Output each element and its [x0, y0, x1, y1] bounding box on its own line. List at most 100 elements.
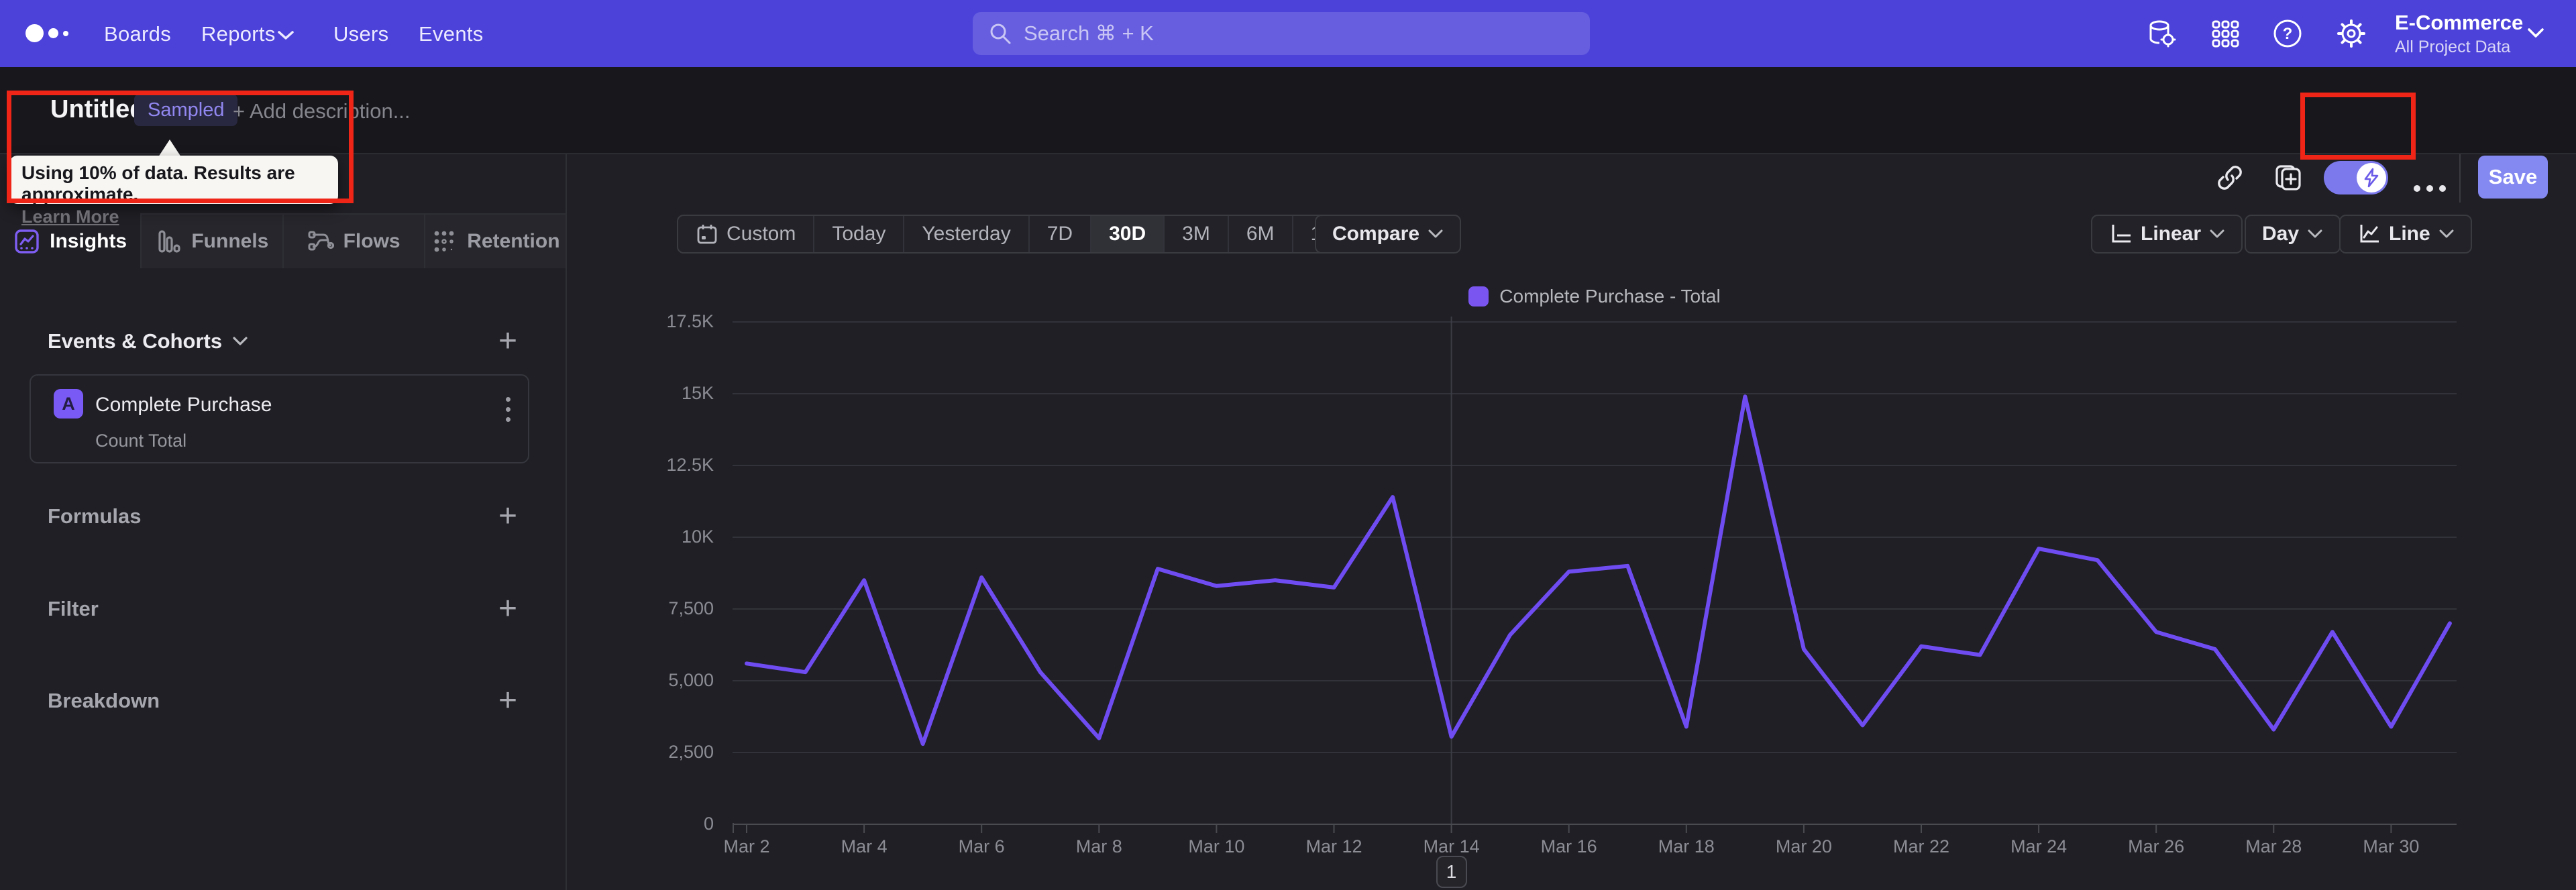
formulas-row: Formulas +: [48, 498, 517, 534]
x-axis-label: Mar 30: [2363, 836, 2420, 856]
scale-dropdown[interactable]: Linear: [2091, 215, 2243, 254]
project-selector[interactable]: E-Commerce All Project Data: [2395, 11, 2523, 57]
x-axis-label: Mar 12: [1305, 836, 1362, 856]
x-axis-label: Mar 4: [841, 836, 888, 856]
x-axis-label: Mar 10: [1188, 836, 1245, 856]
x-axis-label: Mar 18: [1658, 836, 1715, 856]
nav-reports[interactable]: Reports: [201, 22, 276, 46]
add-filter-button[interactable]: +: [498, 593, 517, 625]
add-formula-button[interactable]: +: [498, 500, 517, 533]
y-axis-label: 5,000: [668, 670, 714, 690]
x-axis-label: Mar 6: [958, 836, 1005, 856]
report-header: Untitled Sampled + Add description... Sa…: [0, 67, 2576, 203]
top-navbar: Boards Reports Users Events Search ⌘ + K…: [0, 0, 2576, 67]
nav-events[interactable]: Events: [419, 22, 484, 46]
retention-icon: [434, 231, 454, 252]
chart-type-dropdown[interactable]: Line: [2339, 215, 2472, 254]
query-sidebar: Insights Funnels Flows Retention Events …: [0, 154, 567, 890]
y-axis-label: 0: [703, 814, 714, 834]
date-range-control: Custom Today Yesterday 7D 30D 3M 6M 12M: [677, 215, 1368, 254]
y-axis-label: 12.5K: [666, 455, 714, 475]
divider: [2459, 154, 2461, 203]
series-letter-badge: A: [54, 389, 83, 419]
x-axis-label: Mar 14: [1423, 836, 1480, 856]
learn-more-link[interactable]: Learn More: [21, 207, 119, 227]
report-title[interactable]: Untitled: [50, 95, 145, 124]
events-cohorts-title: Events & Cohorts: [48, 329, 223, 353]
chevron-down-icon: [2210, 229, 2224, 238]
breakdown-row: Breakdown +: [48, 683, 517, 718]
x-axis-label: Mar 26: [2128, 836, 2185, 856]
sampled-badge[interactable]: Sampled: [134, 94, 238, 126]
help-icon[interactable]: ?: [2271, 17, 2304, 50]
insights-icon: [15, 229, 39, 254]
filter-row: Filter +: [48, 591, 517, 626]
calendar-icon: [697, 225, 717, 244]
svg-text:?: ?: [2283, 25, 2293, 43]
save-button[interactable]: Save: [2478, 156, 2548, 199]
toggle-knob: [2357, 163, 2386, 192]
linear-axis-icon: [2112, 225, 2131, 243]
sampling-toggle[interactable]: [2324, 161, 2388, 194]
settings-gear-icon[interactable]: [2335, 17, 2367, 50]
chevron-down-icon[interactable]: [231, 335, 249, 347]
legend-swatch: [1468, 286, 1489, 307]
chevron-down-icon: [2439, 229, 2454, 238]
sampling-tooltip: Using 10% of data. Results are approxima…: [9, 156, 338, 227]
data-management-icon[interactable]: [2145, 17, 2177, 50]
apps-grid-icon[interactable]: [2209, 17, 2241, 50]
search-input[interactable]: Search ⌘ + K: [973, 12, 1590, 55]
nav-boards[interactable]: Boards: [104, 22, 171, 46]
tab-retention[interactable]: Retention: [423, 213, 566, 268]
flows-icon: [308, 231, 334, 251]
x-axis-label: Mar 16: [1540, 836, 1597, 856]
chevron-down-icon: [2528, 28, 2544, 38]
line-chart-plot[interactable]: [733, 309, 2457, 885]
x-axis-label: Mar 28: [2245, 836, 2302, 856]
funnels-icon: [158, 230, 180, 253]
range-today[interactable]: Today: [813, 216, 903, 252]
range-yesterday[interactable]: Yesterday: [903, 216, 1028, 252]
event-name[interactable]: Complete Purchase: [95, 394, 272, 416]
interval-dropdown[interactable]: Day: [2245, 215, 2341, 254]
y-axis-label: 2,500: [668, 742, 714, 762]
range-3m[interactable]: 3M: [1163, 216, 1228, 252]
chart-legend[interactable]: Complete Purchase - Total: [733, 286, 2457, 307]
add-to-board-icon[interactable]: [2273, 162, 2304, 193]
x-axis-label: Mar 2: [723, 836, 770, 856]
y-axis-label: 15K: [681, 383, 714, 403]
range-30d[interactable]: 30D: [1090, 216, 1164, 252]
more-options-button[interactable]: [2414, 185, 2446, 192]
y-axis-label: 7,500: [668, 598, 714, 618]
nav-users[interactable]: Users: [333, 22, 388, 46]
tooltip-arrow: [158, 140, 181, 157]
search-placeholder: Search ⌘ + K: [1024, 21, 1154, 45]
chevron-down-icon: [1428, 229, 1443, 238]
tooltip-text: Using 10% of data. Results are approxima…: [21, 162, 295, 205]
y-axis-label: 17.5K: [666, 311, 714, 331]
add-event-button[interactable]: +: [498, 325, 517, 357]
lightning-bolt-icon: [2364, 168, 2379, 188]
x-axis-label: Mar 20: [1775, 836, 1832, 856]
chevron-down-icon: [2308, 229, 2322, 238]
x-axis-label: Mar 8: [1075, 836, 1122, 856]
event-options-button[interactable]: [506, 397, 511, 422]
add-breakdown-button[interactable]: +: [498, 685, 517, 717]
event-card[interactable]: A Complete Purchase Count Total: [30, 374, 529, 463]
line-chart-icon: [2360, 225, 2379, 243]
range-6m[interactable]: 6M: [1227, 216, 1292, 252]
y-axis-label: 10K: [681, 526, 714, 547]
x-axis-label: Mar 22: [1892, 836, 1950, 856]
event-metric[interactable]: Count Total: [95, 431, 186, 451]
compare-button[interactable]: Compare: [1315, 215, 1462, 254]
chart-annotation-badge[interactable]: 1: [1436, 856, 1467, 888]
events-cohorts-header: Events & Cohorts +: [0, 325, 566, 357]
copy-link-icon[interactable]: [2214, 162, 2245, 193]
project-name: E-Commerce: [2395, 11, 2524, 34]
range-7d[interactable]: 7D: [1028, 216, 1090, 252]
legend-label: Complete Purchase - Total: [1499, 286, 1721, 307]
series-line: [745, 394, 2452, 746]
add-description-field[interactable]: + Add description...: [233, 99, 411, 123]
range-custom[interactable]: Custom: [678, 216, 813, 252]
mixpanel-logo-icon[interactable]: [25, 24, 68, 42]
